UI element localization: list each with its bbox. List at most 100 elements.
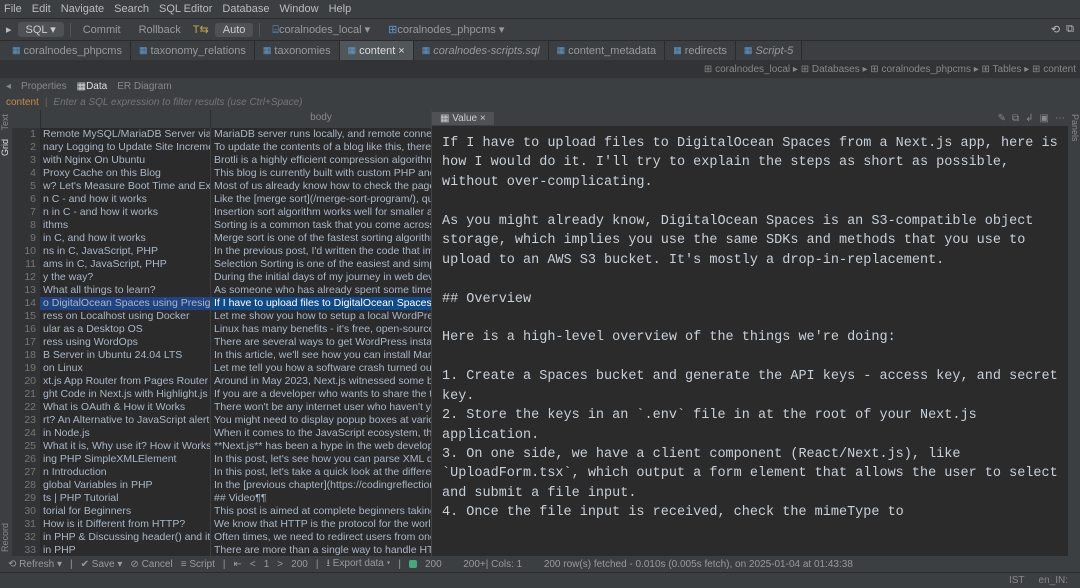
cell-title[interactable]: ing PHP SimpleXMLElement [40, 453, 210, 466]
cell-body[interactable]: To update the contents of a blog like th… [210, 141, 431, 154]
table-row[interactable]: 28global Variables in PHPIn the [previou… [12, 479, 431, 492]
cell-title[interactable]: Remote MySQL/MariaDB Server via SS [40, 128, 210, 141]
cell-title[interactable]: n Introduction [40, 466, 210, 479]
sync-icon[interactable]: ⟲ [1051, 23, 1060, 36]
menu-navigate[interactable]: Navigate [61, 3, 104, 15]
cell-title[interactable]: xt.js App Router from Pages Router [40, 375, 210, 388]
table-row[interactable]: 21ght Code in Next.js with Highlight.jsI… [12, 388, 431, 401]
cell-title[interactable]: How is it Different from HTTP? [40, 518, 210, 531]
connection-2-dropdown[interactable]: ⊞ coralnodes_phpcms ▾ [382, 22, 510, 37]
cell-body[interactable]: In this post, let's take a quick look at… [210, 466, 431, 479]
grid-body[interactable]: 1Remote MySQL/MariaDB Server via SSMaria… [12, 128, 431, 556]
table-row[interactable]: 27n IntroductionIn this post, let's take… [12, 466, 431, 479]
cell-title[interactable]: in PHP & Discussing header() and its [40, 531, 210, 544]
tab-data[interactable]: ▦ Data [77, 81, 108, 92]
menu-search[interactable]: Search [114, 3, 149, 15]
cell-body[interactable]: In the [previous chapter](https://coding… [210, 479, 431, 492]
cell-title[interactable]: n in C - and how it works [40, 206, 210, 219]
table-row[interactable]: 10ns in C, JavaScript, PHPIn the previou… [12, 245, 431, 258]
table-row[interactable]: 23rt? An Alternative to JavaScript alert… [12, 414, 431, 427]
cell-body[interactable]: Merge sort is one of the fastest sorting… [210, 232, 431, 245]
file-tab[interactable]: ▦ content_metadata [549, 41, 666, 60]
table-row[interactable]: 6n C - and how it worksLike the [merge s… [12, 193, 431, 206]
export-button[interactable]: ⭳ Export data ▾ [326, 556, 390, 573]
cell-title[interactable]: ithms [40, 219, 210, 232]
cell-title[interactable]: on Linux [40, 362, 210, 375]
cell-body[interactable]: Insertion sort algorithm works well for … [210, 206, 431, 219]
table-row[interactable]: 5w? Let's Measure Boot Time and ExecMost… [12, 180, 431, 193]
menu-database[interactable]: Database [222, 3, 269, 15]
side-tab-panels[interactable]: Panels [1068, 114, 1080, 142]
cell-body[interactable]: ## Video¶¶ [210, 492, 431, 505]
cell-title[interactable]: ght Code in Next.js with Highlight.js [40, 388, 210, 401]
pager-first[interactable]: ⇤ [234, 559, 242, 570]
commit-button[interactable]: Commit [77, 23, 127, 37]
cell-title[interactable]: ams in C, JavaScript, PHP [40, 258, 210, 271]
side-tab-record[interactable]: Record [0, 523, 12, 552]
side-tab-grid[interactable]: Grid [0, 139, 12, 156]
cell-title[interactable]: in PHP [40, 544, 210, 556]
cell-title[interactable]: with Nginx On Ubuntu [40, 154, 210, 167]
table-row[interactable]: 22What is OAuth & How it WorksThere won'… [12, 401, 431, 414]
cell-title[interactable]: What is OAuth & How it Works [40, 401, 210, 414]
pager-prev[interactable]: < [250, 559, 256, 570]
cell-body[interactable]: When it comes to the JavaScript ecosyste… [210, 427, 431, 440]
file-tab[interactable]: ▦ Script-5 [736, 41, 802, 60]
cell-body[interactable]: Like the [merge sort](/merge-sort-progra… [210, 193, 431, 206]
tx-mode-dropdown[interactable]: Auto [215, 23, 254, 37]
cell-title[interactable]: What all things to learn? [40, 284, 210, 297]
table-row[interactable]: 16ular as a Desktop OSLinux has many ben… [12, 323, 431, 336]
cancel-button[interactable]: ⊘ Cancel [130, 559, 172, 570]
cell-title[interactable]: w? Let's Measure Boot Time and Exec [40, 180, 210, 193]
table-row[interactable]: 20xt.js App Router from Pages RouterArou… [12, 375, 431, 388]
new-sql-icon[interactable]: ▸ [6, 23, 12, 36]
file-tab[interactable]: ▦ coralnodes_phpcms [4, 41, 131, 60]
table-row[interactable]: 17ress using WordOpsThere are several wa… [12, 336, 431, 349]
breadcrumb[interactable]: ⊞ coralnodes_local ▸ ⊞ Databases ▸ ⊞ cor… [704, 64, 1076, 75]
tab-properties[interactable]: Properties [21, 81, 67, 92]
table-row[interactable]: 13What all things to learn?As someone wh… [12, 284, 431, 297]
cell-body[interactable]: Often times, we need to redirect users f… [210, 531, 431, 544]
col-title-header[interactable] [40, 110, 210, 128]
value-toolbar-more-icon[interactable]: ⋯ [1052, 113, 1068, 124]
table-row[interactable]: 31How is it Different from HTTP?We know … [12, 518, 431, 531]
table-row[interactable]: 9in C, and how it worksMerge sort is one… [12, 232, 431, 245]
file-tab[interactable]: ▦ taxonomy_relations [131, 41, 255, 60]
cell-body[interactable]: You might need to display popup boxes at… [210, 414, 431, 427]
cell-title[interactable]: torial for Beginners [40, 505, 210, 518]
table-row[interactable]: 32in PHP & Discussing header() and itsOf… [12, 531, 431, 544]
cell-body[interactable]: **Next.js** has been a hype in the web d… [210, 440, 431, 453]
cell-body[interactable]: Let me tell you how a software crash tur… [210, 362, 431, 375]
table-row[interactable]: 2nary Logging to Update Site IncremenTo … [12, 141, 431, 154]
side-tab-text[interactable]: Text [0, 114, 12, 131]
table-row[interactable]: 19on LinuxLet me tell you how a software… [12, 362, 431, 375]
cell-body[interactable]: In this post, let's see how you can pars… [210, 453, 431, 466]
crumb[interactable]: ⊞ Tables [982, 64, 1022, 75]
menu-edit[interactable]: Edit [32, 3, 51, 15]
value-toolbar-edit-icon[interactable]: ✎ [995, 113, 1009, 124]
cell-title[interactable]: global Variables in PHP [40, 479, 210, 492]
cell-title[interactable]: Proxy Cache on this Blog [40, 167, 210, 180]
cell-title[interactable]: in Node.js [40, 427, 210, 440]
pager-next[interactable]: > [277, 559, 283, 570]
tab-er-diagram[interactable]: ER Diagram [117, 81, 171, 92]
table-row[interactable]: 12y the way?During the initial days of m… [12, 271, 431, 284]
script-button[interactable]: ≡ Script [181, 559, 215, 570]
cell-title[interactable]: rt? An Alternative to JavaScript alert( [40, 414, 210, 427]
menu-help[interactable]: Help [329, 3, 352, 15]
cell-title[interactable]: y the way? [40, 271, 210, 284]
cell-body[interactable]: Most of us already know how to check the… [210, 180, 431, 193]
file-tab[interactable]: ▦ taxonomies [255, 41, 340, 60]
value-toolbar-wrap-icon[interactable]: ↲ [1022, 113, 1036, 124]
cell-body[interactable]: In the previous post, I'd written the co… [210, 245, 431, 258]
ext-window-icon[interactable]: ⧉ [1066, 23, 1074, 36]
cell-body[interactable]: In this article, we'll see how you can i… [210, 349, 431, 362]
table-row[interactable]: 29ts | PHP Tutorial## Video¶¶ [12, 492, 431, 505]
cell-body[interactable]: If you are a developer who wants to shar… [210, 388, 431, 401]
cell-body[interactable]: Around in May 2023, Next.js witnessed so… [210, 375, 431, 388]
table-row[interactable]: 33in PHPThere are more than a single way… [12, 544, 431, 556]
cell-title[interactable]: B Server in Ubuntu 24.04 LTS [40, 349, 210, 362]
cell-body[interactable]: Linux has many benefits - it's free, ope… [210, 323, 431, 336]
col-body-header[interactable]: body [210, 110, 431, 128]
cell-title[interactable]: in C, and how it works [40, 232, 210, 245]
